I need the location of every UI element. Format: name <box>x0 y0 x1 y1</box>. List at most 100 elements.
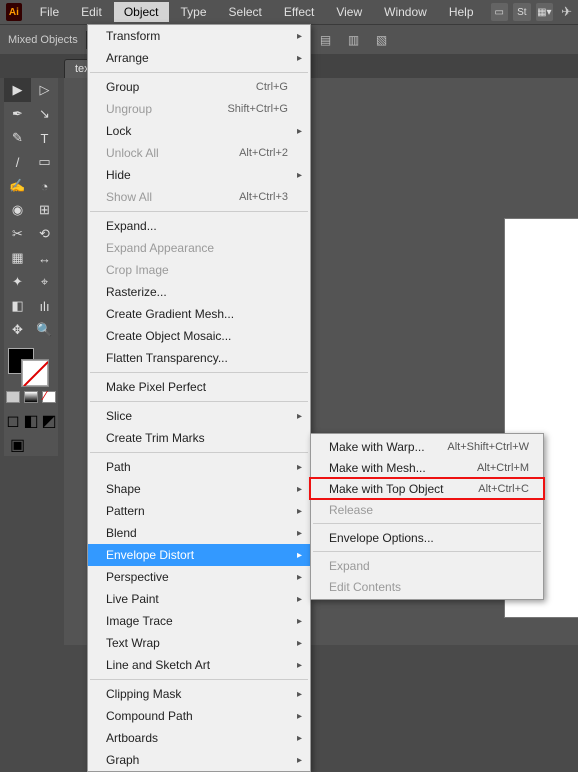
menuitem-create-object-mosaic[interactable]: Create Object Mosaic... <box>88 325 310 347</box>
menuitem-blend[interactable]: Blend▸ <box>88 522 310 544</box>
tool-8-1[interactable]: ⌖ <box>31 270 58 294</box>
menu-separator <box>90 211 308 212</box>
normal-draw-icon[interactable]: ◻ <box>4 410 22 432</box>
menuitem-arrange[interactable]: Arrange▸ <box>88 47 310 69</box>
menuitem-make-pixel-perfect[interactable]: Make Pixel Perfect <box>88 376 310 398</box>
publish-icon[interactable]: ✈ <box>561 4 572 20</box>
menuitem-shortcut: Alt+Ctrl+C <box>478 483 529 495</box>
submenu-arrow-icon: ▸ <box>297 711 302 722</box>
menuitem-graph[interactable]: Graph▸ <box>88 749 310 771</box>
menuitem-pattern[interactable]: Pattern ▸ <box>88 500 310 522</box>
menuitem-label: Shape <box>106 482 288 496</box>
menuitem-shortcut: Alt+Ctrl+2 <box>239 147 288 159</box>
menu-separator <box>90 452 308 453</box>
menuitem-label: Ungroup <box>106 102 227 116</box>
menuitem-envelope-distort[interactable]: Envelope Distort▸ <box>88 544 310 566</box>
tool-9-0[interactable]: ◧ <box>4 294 31 318</box>
menu-view[interactable]: View <box>326 2 372 22</box>
menuitem-image-trace[interactable]: Image Trace▸ <box>88 610 310 632</box>
menuitem-label: Pattern <box>106 504 288 518</box>
submenu-arrow-icon: ▸ <box>297 550 302 561</box>
menuitem-label: Lock <box>106 124 288 138</box>
menuitem-perspective[interactable]: Perspective ▸ <box>88 566 310 588</box>
submenuitem-make-with-top-object[interactable]: Make with Top ObjectAlt+Ctrl+C <box>311 478 543 499</box>
tool-4-1[interactable]: ◔ <box>31 174 58 198</box>
menuitem-label: Create Object Mosaic... <box>106 329 288 343</box>
menuitem-rasterize[interactable]: Rasterize... <box>88 281 310 303</box>
tool-3-0[interactable]: / <box>4 150 31 174</box>
submenu-arrow-icon: ▸ <box>297 506 302 517</box>
menu-type[interactable]: Type <box>171 2 217 22</box>
align-right-icon[interactable]: ▧ <box>372 30 392 50</box>
menuitem-slice[interactable]: Slice▸ <box>88 405 310 427</box>
menuitem-artboards[interactable]: Artboards▸ <box>88 727 310 749</box>
menuitem-create-trim-marks[interactable]: Create Trim Marks <box>88 427 310 449</box>
menuitem-group[interactable]: GroupCtrl+G <box>88 76 310 98</box>
tool-1-1[interactable]: ↘ <box>31 102 58 126</box>
tool-9-1[interactable]: ılı <box>31 294 58 318</box>
submenuitem-make-with-mesh[interactable]: Make with Mesh...Alt+Ctrl+M <box>311 457 543 478</box>
menu-edit[interactable]: Edit <box>71 2 112 22</box>
menuitem-text-wrap[interactable]: Text Wrap▸ <box>88 632 310 654</box>
tool-6-0[interactable]: ✂ <box>4 222 31 246</box>
submenuitem-envelope-options[interactable]: Envelope Options... <box>311 527 543 548</box>
tool-5-1[interactable]: ⊞ <box>31 198 58 222</box>
menuitem-line-and-sketch-art[interactable]: Line and Sketch Art▸ <box>88 654 310 676</box>
tool-6-1[interactable]: ⟲ <box>31 222 58 246</box>
arrange-docs-icon[interactable]: ▦▾ <box>536 3 554 21</box>
menuitem-label: Perspective <box>106 570 288 584</box>
screen-mode-icon[interactable]: ▣ <box>4 434 31 456</box>
tool-5-0[interactable]: ◉ <box>4 198 31 222</box>
menuitem-shortcut: Shift+Ctrl+G <box>227 103 288 115</box>
tool-7-1[interactable]: ↔ <box>31 246 58 270</box>
menuitem-path[interactable]: Path▸ <box>88 456 310 478</box>
submenuitem-make-with-warp[interactable]: Make with Warp...Alt+Shift+Ctrl+W <box>311 436 543 457</box>
align-center-icon[interactable]: ▥ <box>344 30 364 50</box>
none-mode-icon[interactable]: ⁄ <box>40 388 58 406</box>
menuitem-label: Edit Contents <box>329 580 529 594</box>
stock-icon[interactable]: St <box>513 3 531 21</box>
draw-inside-icon[interactable]: ◩ <box>40 410 58 432</box>
tool-3-1[interactable]: ▭ <box>31 150 58 174</box>
submenu-arrow-icon: ▸ <box>297 638 302 649</box>
tool-7-0[interactable]: ▦ <box>4 246 31 270</box>
menuitem-transform[interactable]: Transform▸ <box>88 25 310 47</box>
tool-4-0[interactable]: ✍ <box>4 174 31 198</box>
menu-effect[interactable]: Effect <box>274 2 324 22</box>
submenu-arrow-icon: ▸ <box>297 126 302 137</box>
menuitem-clipping-mask[interactable]: Clipping Mask▸ <box>88 683 310 705</box>
tool-2-0[interactable]: ✎ <box>4 126 31 150</box>
document-icon[interactable]: ▭ <box>491 3 509 21</box>
submenu-arrow-icon: ▸ <box>297 572 302 583</box>
color-mode-icon[interactable] <box>4 388 22 406</box>
submenuitem-edit-contents: Edit Contents <box>311 576 543 597</box>
submenu-arrow-icon: ▸ <box>297 616 302 627</box>
menuitem-label: Clipping Mask <box>106 687 288 701</box>
tool-10-0[interactable]: ✥ <box>4 318 31 342</box>
menuitem-flatten-transparency[interactable]: Flatten Transparency... <box>88 347 310 369</box>
tool-10-1[interactable]: 🔍 <box>31 318 58 342</box>
menuitem-create-gradient-mesh[interactable]: Create Gradient Mesh... <box>88 303 310 325</box>
tool-0-1[interactable]: ▷ <box>31 78 58 102</box>
menuitem-live-paint[interactable]: Live Paint▸ <box>88 588 310 610</box>
tool-0-0[interactable]: ▶ <box>4 78 31 102</box>
menu-file[interactable]: File <box>30 2 69 22</box>
stroke-color[interactable] <box>22 360 48 386</box>
color-swatches[interactable] <box>4 346 58 386</box>
menuitem-compound-path[interactable]: Compound Path▸ <box>88 705 310 727</box>
menu-help[interactable]: Help <box>439 2 484 22</box>
menu-object[interactable]: Object <box>114 2 169 22</box>
submenu-arrow-icon: ▸ <box>297 31 302 42</box>
draw-behind-icon[interactable]: ◧ <box>22 410 40 432</box>
tool-2-1[interactable]: T <box>31 126 58 150</box>
menuitem-lock[interactable]: Lock ▸ <box>88 120 310 142</box>
menuitem-hide[interactable]: Hide▸ <box>88 164 310 186</box>
tool-1-0[interactable]: ✒ <box>4 102 31 126</box>
gradient-mode-icon[interactable] <box>22 388 40 406</box>
menuitem-shape[interactable]: Shape▸ <box>88 478 310 500</box>
menu-window[interactable]: Window <box>374 2 437 22</box>
align-left-icon[interactable]: ▤ <box>316 30 336 50</box>
menuitem-expand[interactable]: Expand... <box>88 215 310 237</box>
tool-8-0[interactable]: ✦ <box>4 270 31 294</box>
menu-select[interactable]: Select <box>219 2 272 22</box>
